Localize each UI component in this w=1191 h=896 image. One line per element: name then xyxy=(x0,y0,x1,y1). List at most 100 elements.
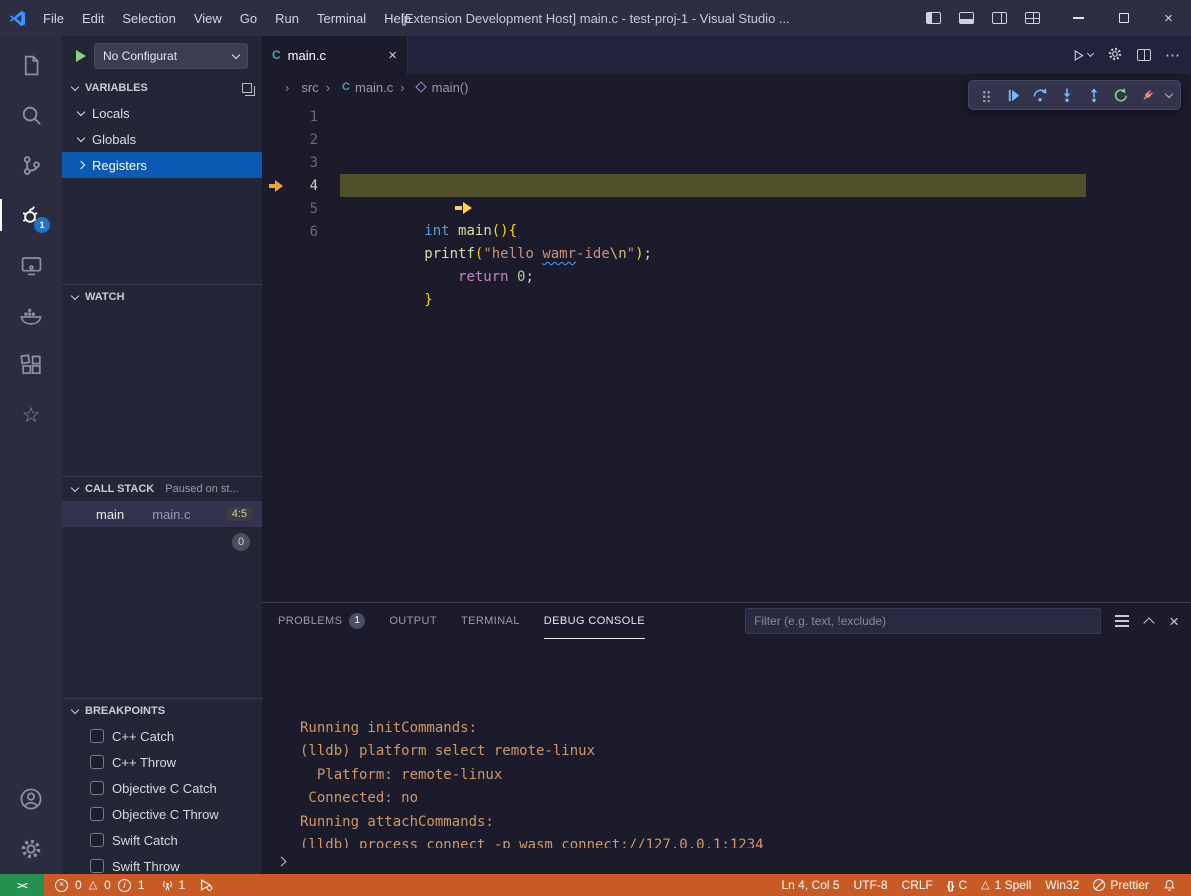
watch-header[interactable]: WATCH xyxy=(62,285,262,309)
run-and-debug-icon[interactable]: 1 xyxy=(0,190,62,240)
menu-item[interactable]: Run xyxy=(266,6,308,31)
breakpoint-checkbox[interactable] xyxy=(90,807,104,821)
cursor-position[interactable]: Ln 4, Col 5 xyxy=(775,874,847,896)
panel-tab[interactable]: TERMINAL xyxy=(461,603,520,639)
menu-item[interactable]: File xyxy=(34,6,73,31)
more-actions-icon[interactable]: ⋯ xyxy=(1165,46,1181,64)
language-mode[interactable]: C xyxy=(940,874,974,896)
disconnect-button[interactable] xyxy=(1135,82,1161,108)
os-indicator[interactable]: Win32 xyxy=(1038,874,1086,896)
panel-tab[interactable]: DEBUG CONSOLE xyxy=(544,603,645,639)
spell-checker-status[interactable]: △ 1 Spell xyxy=(974,874,1038,896)
close-panel-icon[interactable]: × xyxy=(1169,613,1179,630)
breakpoint-checkbox[interactable] xyxy=(90,755,104,769)
ports-status[interactable]: 1 xyxy=(154,874,193,896)
remote-explorer-icon[interactable] xyxy=(0,240,62,290)
chevron-icon xyxy=(77,107,85,115)
step-into-button[interactable] xyxy=(1054,82,1080,108)
problems-status[interactable]: 0 △0 1 xyxy=(48,874,154,896)
breakpoint-checkbox[interactable] xyxy=(90,729,104,743)
restart-button[interactable] xyxy=(1108,82,1134,108)
search-icon[interactable] xyxy=(0,90,62,140)
continue-button[interactable] xyxy=(1000,82,1026,108)
menu-item[interactable]: Selection xyxy=(113,6,184,31)
variables-scope-row[interactable]: Globals xyxy=(62,126,262,152)
formatter-status[interactable]: Prettier xyxy=(1086,874,1156,896)
toggle-secondary-sidebar-icon[interactable] xyxy=(992,12,1007,24)
drag-grip-icon[interactable] xyxy=(973,82,999,108)
close-window-button[interactable]: × xyxy=(1146,0,1191,36)
breakpoint-row[interactable]: Swift Throw xyxy=(62,853,262,874)
breakpoint-row[interactable]: Swift Catch xyxy=(62,827,262,853)
explorer-icon[interactable] xyxy=(0,40,62,90)
customize-layout-icon[interactable] xyxy=(1025,12,1040,24)
split-editor-icon[interactable] xyxy=(1137,49,1151,61)
debug-status[interactable] xyxy=(192,874,220,896)
code-editor[interactable]: 1 #include <stdio.h> 2 3 xyxy=(262,100,1191,602)
encoding-indicator[interactable]: UTF-8 xyxy=(847,874,895,896)
breakpoint-gutter[interactable] xyxy=(262,197,288,220)
close-tab-icon[interactable]: × xyxy=(388,47,397,64)
breakpoint-gutter[interactable] xyxy=(262,220,288,243)
breadcrumb-item[interactable]: main() xyxy=(393,80,468,95)
menu-item[interactable]: Go xyxy=(231,6,266,31)
call-stack-header[interactable]: CALL STACK Paused on st... xyxy=(62,477,262,501)
debug-config-dropdown[interactable]: No Configurat xyxy=(94,43,248,69)
breakpoint-checkbox[interactable] xyxy=(90,859,104,873)
menu-item[interactable]: Edit xyxy=(73,6,113,31)
stack-frame-row[interactable]: main main.c 4:5 xyxy=(62,501,262,527)
breakpoint-row[interactable]: C++ Throw xyxy=(62,749,262,775)
breakpoint-label: Objective C Catch xyxy=(112,781,217,796)
maximize-button[interactable] xyxy=(1101,0,1146,36)
run-file-button[interactable] xyxy=(1072,49,1093,62)
eol-indicator[interactable]: CRLF xyxy=(895,874,940,896)
breakpoint-gutter[interactable] xyxy=(262,128,288,151)
variables-header[interactable]: VARIABLES xyxy=(62,76,262,100)
panel-tab[interactable]: OUTPUT xyxy=(389,603,437,639)
settings-gear-icon[interactable] xyxy=(0,824,62,874)
breakpoint-checkbox[interactable] xyxy=(90,781,104,795)
breakpoint-gutter[interactable] xyxy=(262,174,288,197)
console-filter-input[interactable] xyxy=(745,608,1101,634)
source-control-icon[interactable] xyxy=(0,140,62,190)
breakpoint-gutter[interactable] xyxy=(262,151,288,174)
breakpoints-header[interactable]: BREAKPOINTS xyxy=(62,699,262,723)
panel-tab[interactable]: PROBLEMS 1 xyxy=(278,603,365,639)
toggle-panel-icon[interactable] xyxy=(959,12,974,24)
menu-item[interactable]: Terminal xyxy=(308,6,375,31)
breakpoint-label: C++ Throw xyxy=(112,755,176,770)
collapse-all-icon[interactable] xyxy=(242,83,252,93)
menu-item[interactable]: View xyxy=(185,6,231,31)
debug-toolbar-more-icon[interactable] xyxy=(1162,82,1176,108)
session-badge-row: 0 xyxy=(62,527,262,557)
breakpoint-row[interactable]: Objective C Throw xyxy=(62,801,262,827)
step-over-button[interactable] xyxy=(1027,82,1053,108)
notifications-bell[interactable] xyxy=(1156,874,1183,896)
radio-tower-icon xyxy=(161,879,174,892)
start-debug-icon[interactable] xyxy=(76,50,86,62)
breadcrumb-item[interactable]: main.c xyxy=(319,80,394,95)
maximize-panel-icon[interactable] xyxy=(1143,617,1154,628)
toggle-sidebar-icon[interactable] xyxy=(926,12,941,24)
tab-main-c[interactable]: C main.c × xyxy=(262,36,408,74)
remote-indicator[interactable] xyxy=(0,874,44,896)
breakpoint-row[interactable]: C++ Catch xyxy=(62,723,262,749)
favorites-star-icon[interactable]: ☆ xyxy=(0,390,62,440)
breakpoint-row[interactable]: Objective C Catch xyxy=(62,775,262,801)
breakpoint-checkbox[interactable] xyxy=(90,833,104,847)
debug-sidebar: No Configurat VARIABLES Locals Globals xyxy=(62,36,262,874)
breadcrumb-item[interactable]: src xyxy=(278,80,319,95)
filter-lines-icon[interactable] xyxy=(1115,620,1129,622)
breakpoint-gutter[interactable] xyxy=(262,105,288,128)
debug-console-input[interactable] xyxy=(262,848,1191,874)
console-line: Platform: remote-linux xyxy=(300,764,1191,788)
panel-header: PROBLEMS 1 OUTPUT TERMINAL DEBUG CONSOLE xyxy=(262,603,1191,639)
docker-icon[interactable] xyxy=(0,290,62,340)
variables-scope-row[interactable]: Registers xyxy=(62,152,262,178)
extensions-icon[interactable] xyxy=(0,340,62,390)
launch-settings-gear-icon[interactable] xyxy=(1107,46,1123,65)
step-out-button[interactable] xyxy=(1081,82,1107,108)
minimize-button[interactable] xyxy=(1056,0,1101,36)
account-icon[interactable] xyxy=(0,774,62,824)
variables-scope-row[interactable]: Locals xyxy=(62,100,262,126)
